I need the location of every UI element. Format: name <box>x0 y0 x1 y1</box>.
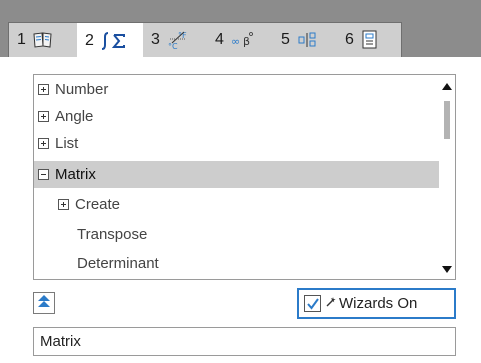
tab-1[interactable]: 1 <box>9 23 77 57</box>
tree-item-label: List <box>55 135 79 152</box>
unit-conversion-icon: °F °C <box>166 29 192 51</box>
tree-item-list[interactable]: List <box>34 130 439 157</box>
expand-plus-icon[interactable] <box>58 199 69 210</box>
tree-item-create[interactable]: Create <box>34 191 439 218</box>
document-icon <box>360 29 380 51</box>
tree-item-label: Transpose <box>77 226 148 243</box>
expand-plus-icon[interactable] <box>38 111 49 122</box>
tree-item-label: Matrix <box>55 166 96 183</box>
expand-plus-icon[interactable] <box>38 138 49 149</box>
tab-6[interactable]: 6 <box>337 23 401 57</box>
tab-number: 1 <box>17 31 26 48</box>
tab-5[interactable]: 5 <box>273 23 337 57</box>
svg-text:β: β <box>243 35 250 48</box>
collapse-up-icon <box>36 293 52 313</box>
scroll-up-arrow-icon[interactable] <box>442 83 452 90</box>
wizards-text: Wizards On <box>339 295 418 312</box>
vertical-scrollbar[interactable] <box>439 75 455 279</box>
wizards-toggle[interactable]: Wizards On <box>297 288 456 319</box>
tree-item-label: Create <box>75 196 121 213</box>
tree-item-matrix[interactable]: Matrix <box>34 161 439 188</box>
tab-number: 2 <box>85 32 94 49</box>
tree-item-number[interactable]: Number <box>34 76 439 103</box>
tree-item-label: Number <box>55 81 109 98</box>
magic-wand-icon <box>325 295 337 312</box>
svg-text:°C: °C <box>168 42 178 51</box>
checkmark-icon <box>306 297 319 310</box>
tree-item-label: Determinant <box>77 255 159 272</box>
tree-item-angle[interactable]: Angle <box>34 103 439 130</box>
tab-number: 4 <box>215 31 224 48</box>
infinity-beta-icon: ∞ β <box>230 29 256 51</box>
error-bracket-icon <box>296 29 322 51</box>
collapse-minus-icon[interactable] <box>38 169 49 180</box>
status-text: Matrix <box>40 333 81 350</box>
wizards-checkbox[interactable] <box>304 295 321 312</box>
tree-item-label: Angle <box>55 108 94 125</box>
tree-item-determinant[interactable]: Determinant <box>34 250 439 277</box>
tab-number: 3 <box>151 31 160 48</box>
wizards-label: Wizards On <box>325 295 417 312</box>
title-band <box>0 0 481 18</box>
scroll-down-arrow-icon[interactable] <box>442 266 452 273</box>
svg-text:∞: ∞ <box>231 35 240 48</box>
tab-strip: 1 2 3 °F °C 4 ∞ β 5 6 <box>8 22 402 59</box>
collapse-all-button[interactable] <box>33 292 55 314</box>
book-icon <box>32 30 54 50</box>
integral-sigma-icon <box>100 30 130 52</box>
tab-2[interactable]: 2 <box>77 23 143 59</box>
tab-number: 6 <box>345 31 354 48</box>
tab-3[interactable]: 3 °F °C <box>143 23 207 57</box>
tab-number: 5 <box>281 31 290 48</box>
catalog-tree-list[interactable]: Number Angle List Matrix Create Transpos… <box>33 74 456 280</box>
tree-item-transpose[interactable]: Transpose <box>34 221 439 248</box>
tab-4[interactable]: 4 ∞ β <box>207 23 273 57</box>
expand-plus-icon[interactable] <box>38 84 49 95</box>
selection-status-field: Matrix <box>33 327 456 356</box>
scroll-thumb[interactable] <box>444 101 450 139</box>
catalog-tab-bar: 1 2 3 °F °C 4 ∞ β 5 6 <box>0 18 481 59</box>
